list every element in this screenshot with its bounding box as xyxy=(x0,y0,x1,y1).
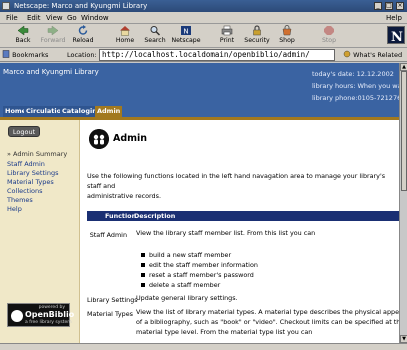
back-arrow-icon xyxy=(17,25,29,36)
functions-table-header: Function Description xyxy=(87,211,403,221)
whats-related-button[interactable]: What's Related xyxy=(343,50,402,60)
todays-date: today's date: 12.12.2002 xyxy=(312,70,394,78)
list-item: reset a staff member's password xyxy=(141,271,254,279)
shop-button[interactable]: Shop xyxy=(272,25,302,47)
bookmarks-button[interactable]: Bookmarks xyxy=(2,50,48,60)
home-button[interactable]: Home xyxy=(110,25,140,47)
admin-people-icon xyxy=(89,129,109,149)
sidebar-item-library-settings[interactable]: Library Settings xyxy=(7,169,58,177)
minimize-icon[interactable]: _ xyxy=(374,2,382,10)
intro-text: Use the following functions located in t… xyxy=(87,172,386,200)
menu-go[interactable]: Go xyxy=(67,13,77,23)
shop-icon xyxy=(282,25,292,36)
security-button[interactable]: Security xyxy=(242,25,272,47)
sidebar-item-help[interactable]: Help xyxy=(7,205,22,213)
forward-arrow-icon xyxy=(47,25,59,36)
stop-icon xyxy=(324,26,334,35)
vertical-scrollbar[interactable]: ▲ ▼ xyxy=(399,63,407,343)
sidebar-item-staff-admin[interactable]: Staff Admin xyxy=(7,160,45,168)
row-staff-admin-function: Staff Admin xyxy=(89,231,127,239)
maximize-icon[interactable]: □ xyxy=(385,2,393,10)
library-header: Marco and Kyungmi Library today's date: … xyxy=(0,63,407,104)
window-menu-icon[interactable] xyxy=(2,2,10,10)
print-icon xyxy=(221,25,233,36)
openbiblio-logo-icon xyxy=(11,310,23,322)
location-url-input[interactable]: http://localhost.localdomain/openbiblio/… xyxy=(99,49,335,61)
menu-bar: File Edit View Go Window Help xyxy=(0,12,407,24)
location-toolbar: Bookmarks Location: http://localhost.loc… xyxy=(0,48,407,62)
netscape-icon: N xyxy=(181,26,191,36)
svg-text:N: N xyxy=(391,30,403,45)
netscape-throbber-icon[interactable]: N xyxy=(387,26,405,45)
row-library-settings-desc: Update general library settings. xyxy=(136,294,238,302)
menu-edit[interactable]: Edit xyxy=(27,13,41,23)
status-bar xyxy=(0,343,407,350)
menu-file[interactable]: File xyxy=(6,13,18,23)
row-staff-admin-desc: View the library staff member list. From… xyxy=(136,229,316,237)
page-content: Marco and Kyungmi Library today's date: … xyxy=(0,63,407,343)
library-name: Marco and Kyungmi Library xyxy=(3,68,99,76)
sidebar-item-collections[interactable]: Collections xyxy=(7,187,43,195)
tab-admin[interactable]: Admin xyxy=(95,106,123,117)
forward-button[interactable]: Forward xyxy=(38,25,68,47)
openbiblio-logo[interactable]: powered by OpenBiblio a free library sys… xyxy=(7,303,74,327)
list-item: edit the staff member information xyxy=(141,261,258,269)
reload-button[interactable]: Reload xyxy=(68,25,98,47)
related-icon xyxy=(343,50,351,58)
main-tabs: Home Circulation Cataloging Admin xyxy=(0,104,407,117)
back-button[interactable]: Back xyxy=(8,25,38,47)
row-material-types-desc: View the list of library material types.… xyxy=(136,308,407,336)
sidebar-item-themes[interactable]: Themes xyxy=(7,196,33,204)
reload-icon xyxy=(78,25,88,35)
main-panel: Admin Use the following functions locate… xyxy=(81,120,407,343)
search-button[interactable]: Search xyxy=(140,25,170,47)
netscape-button[interactable]: N Netscape xyxy=(171,25,201,47)
stop-button[interactable]: Stop xyxy=(314,25,344,47)
list-item: delete a staff member xyxy=(140,281,221,289)
logout-button[interactable]: Logout xyxy=(8,126,40,137)
row-material-types-function: Material Types xyxy=(87,310,133,318)
window-titlebar[interactable]: Netscape: Marco and Kyungmi Library _ □ … xyxy=(0,0,407,12)
sidebar: Logout » Admin Summary Staff Admin Libra… xyxy=(0,120,80,343)
sidebar-item-admin-summary[interactable]: » Admin Summary xyxy=(7,150,67,158)
scrollbar-thumb[interactable] xyxy=(401,71,407,191)
close-icon[interactable]: × xyxy=(396,2,404,10)
window-title: Netscape: Marco and Kyungmi Library xyxy=(14,2,148,10)
sidebar-item-material-types[interactable]: Material Types xyxy=(7,178,54,186)
print-button[interactable]: Print xyxy=(212,25,242,47)
menu-view[interactable]: View xyxy=(46,13,63,23)
search-icon xyxy=(150,26,161,36)
location-label: Location: xyxy=(67,51,97,59)
lock-icon xyxy=(253,25,261,36)
row-library-settings-function: Library Settings xyxy=(87,296,138,304)
menu-window[interactable]: Window xyxy=(81,13,109,23)
svg-text:N: N xyxy=(183,28,188,36)
scroll-down-icon[interactable]: ▼ xyxy=(400,335,407,343)
page-title: Admin xyxy=(113,133,148,144)
list-item: build a new staff member xyxy=(140,251,232,259)
library-hours: library hours: When you want xyxy=(312,82,407,90)
scroll-up-icon[interactable]: ▲ xyxy=(400,63,407,71)
library-phone: library phone:0105-721276 xyxy=(312,94,402,102)
bookmark-icon xyxy=(2,50,10,58)
navigation-toolbar: Back Forward Reload Home Search N Netsca… xyxy=(0,24,407,48)
menu-help[interactable]: Help xyxy=(386,13,402,23)
home-icon xyxy=(120,26,130,36)
